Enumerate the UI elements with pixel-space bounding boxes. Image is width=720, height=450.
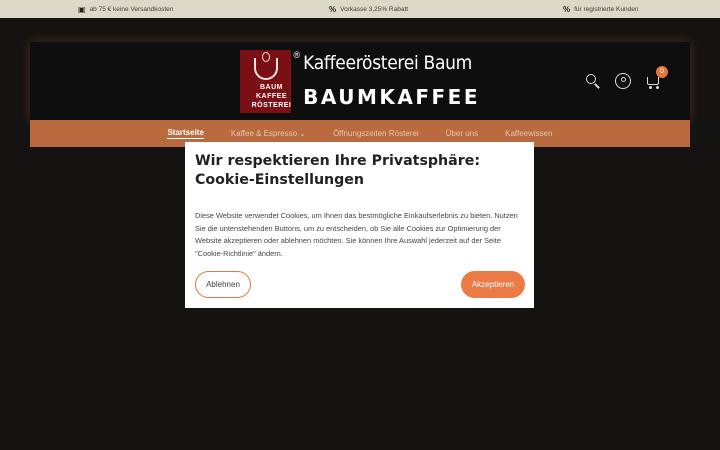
nav-item-ueber-uns[interactable]: Über uns [446, 129, 478, 138]
percent-icon: % [563, 4, 571, 14]
nav-item-kaffeewissen[interactable]: Kaffeewissen [505, 129, 552, 138]
shipping-info: ▣ ab 75 € keine Versandkosten [78, 0, 173, 18]
box-icon: ▣ [78, 4, 86, 14]
account-icon[interactable] [614, 72, 632, 90]
logo-mark-line: BAUM [260, 84, 283, 91]
discount-info: % Vorkasse 3,25% Rabatt [329, 0, 408, 18]
decline-button[interactable]: Ablehnen [195, 271, 251, 298]
percent-icon: % [329, 4, 337, 14]
cart-icon[interactable]: 0 [644, 66, 668, 90]
nav-item-oeffnungszeiten[interactable]: Öffnungszeiten Rösterei [333, 129, 419, 138]
top-info-bar: ▣ ab 75 € keine Versandkosten % Vorkasse… [0, 0, 720, 18]
logo-mark-line: KAFFEE [256, 93, 287, 100]
logo-text: Kaffeerösterei Baum BAUMKAFFEE [303, 50, 480, 113]
accept-button[interactable]: Akzeptieren [461, 271, 525, 298]
shipping-info-text: ab 75 € keine Versandkosten [89, 5, 174, 13]
header-actions: 0 [584, 66, 668, 90]
cup-icon [254, 58, 278, 80]
search-icon[interactable] [584, 72, 602, 90]
logo-mark-line: RÖSTEREI [251, 102, 292, 109]
registered-mark: ® [293, 50, 301, 60]
site-logo[interactable]: ® BAUM KAFFEE RÖSTEREI Kaffeerösterei Ba… [240, 50, 480, 113]
registered-info: % für registrierte Kunden [563, 0, 638, 18]
site-header: ® BAUM KAFFEE RÖSTEREI Kaffeerösterei Ba… [30, 42, 690, 120]
nav-item-startseite[interactable]: Startseite [167, 128, 204, 139]
discount-info-text: Vorkasse 3,25% Rabatt [340, 5, 409, 13]
logo-subtitle: BAUMKAFFEE [303, 85, 480, 109]
cookie-dialog-title: Wir respektieren Ihre Privatsphäre: Cook… [195, 153, 481, 188]
cart-count-badge: 0 [656, 66, 668, 78]
registered-info-text: für registrierte Kunden [574, 5, 639, 13]
cookie-dialog-body: Diese Website verwendet Cookies, um Ihne… [195, 211, 518, 258]
logo-title: Kaffeerösterei Baum [303, 52, 473, 74]
logo-mark: ® BAUM KAFFEE RÖSTEREI [240, 50, 300, 113]
nav-item-kaffee-espresso[interactable]: Kaffee & Espresso ⌄ [231, 129, 306, 138]
